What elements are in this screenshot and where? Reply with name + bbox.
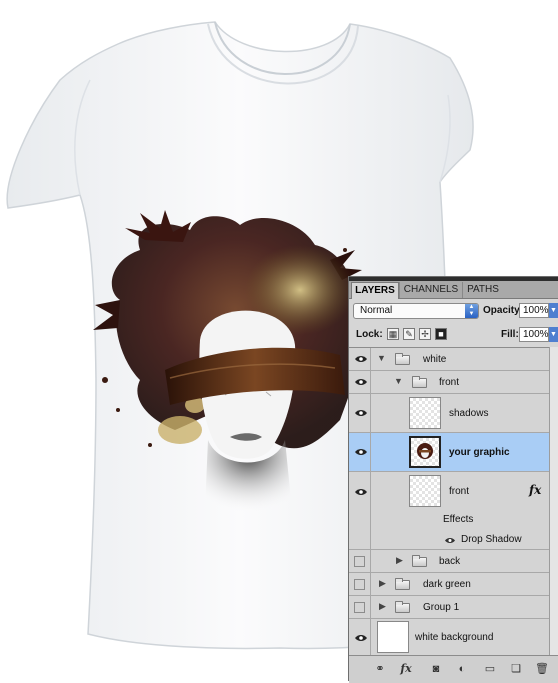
expanded-triangle-icon[interactable]: ▼ — [394, 376, 403, 386]
link-icon[interactable]: ⚭ — [373, 663, 387, 675]
visibility-toggle-empty[interactable] — [354, 579, 365, 590]
folder-icon — [395, 578, 410, 590]
layer-thumbnail — [377, 621, 409, 653]
layer-row-group-1[interactable]: ▶ Group 1 — [349, 596, 558, 619]
fx-icon[interactable]: fx — [529, 483, 541, 497]
lock-move-icon[interactable]: ✢ — [419, 328, 431, 340]
layer-thumbnail — [409, 475, 441, 507]
fill-field[interactable]: 100% — [519, 327, 549, 342]
layer-thumbnail — [409, 436, 441, 468]
layer-row-front[interactable]: front fx ▲ — [349, 472, 558, 511]
opacity-label: Opacity: — [483, 305, 524, 316]
layer-row-back[interactable]: ▶ back — [349, 550, 558, 573]
lock-label: Lock: — [356, 329, 383, 340]
graphic-thumbnail-icon — [417, 443, 433, 459]
layer-name: shadows — [449, 408, 489, 419]
layer-row-white-background[interactable]: white background — [349, 619, 558, 656]
tab-layers[interactable]: LAYERS — [351, 282, 399, 299]
layer-name: white — [423, 354, 447, 365]
fill-dropdown-icon[interactable]: ▼ — [549, 327, 558, 342]
layer-row-your-graphic[interactable]: your graphic — [349, 433, 558, 472]
collapsed-triangle-icon[interactable]: ▶ — [379, 601, 386, 612]
eye-icon[interactable] — [445, 536, 455, 547]
eye-icon[interactable] — [352, 433, 370, 471]
layer-name: front — [449, 486, 470, 497]
select-arrows-icon: ▲ ▼ — [465, 304, 478, 318]
layers-list: ▼ white ▼ front shadows your graphic fro… — [349, 347, 558, 656]
eye-icon[interactable] — [352, 371, 370, 393]
mask-icon[interactable]: ◙ — [429, 663, 443, 675]
collapsed-triangle-icon[interactable]: ▶ — [379, 578, 386, 589]
folder-icon — [395, 601, 410, 613]
eye-icon[interactable] — [352, 348, 370, 370]
layer-name: white background — [415, 632, 494, 643]
adjustment-icon[interactable]: ◐ — [455, 663, 469, 675]
expanded-triangle-icon[interactable]: ▼ — [377, 353, 386, 363]
layer-row-dark-green[interactable]: ▶ dark green — [349, 573, 558, 596]
lock-transparent-icon[interactable]: ▦ — [387, 328, 399, 340]
layer-name: back — [439, 556, 461, 567]
folder-icon — [412, 376, 427, 388]
layer-row-white[interactable]: ▼ white — [349, 348, 558, 371]
blend-mode-value: Normal — [360, 305, 393, 316]
fx-icon[interactable]: fx — [399, 663, 413, 675]
layer-row-shadows[interactable]: shadows — [349, 394, 558, 433]
visibility-cell — [351, 530, 371, 549]
new-group-icon[interactable]: ▭ — [483, 663, 497, 675]
effects-row[interactable]: Effects — [349, 511, 558, 530]
tab-channels[interactable]: CHANNELS — [399, 282, 462, 298]
lock-all-icon[interactable]: ■ — [435, 328, 447, 340]
layer-name: dark green — [423, 579, 471, 590]
eye-icon[interactable] — [352, 619, 370, 656]
visibility-toggle-empty[interactable] — [354, 556, 365, 567]
layer-thumbnail — [409, 397, 441, 429]
layer-name: front — [439, 377, 460, 388]
new-layer-icon[interactable]: ❏ — [509, 663, 523, 675]
visibility-cell — [351, 511, 371, 530]
trash-icon[interactable]: 🗑 — [535, 663, 549, 675]
layer-name: your graphic — [449, 447, 510, 458]
effect-name: Drop Shadow — [461, 534, 522, 545]
collapsed-triangle-icon[interactable]: ▶ — [396, 555, 403, 566]
opacity-dropdown-icon[interactable]: ▼ — [549, 303, 558, 318]
lock-brush-icon[interactable]: ✎ — [403, 328, 415, 340]
opacity-field[interactable]: 100% — [519, 303, 549, 318]
layers-scrollbar[interactable] — [549, 347, 558, 655]
fill-label: Fill: — [501, 329, 519, 340]
effect-row-drop-shadow[interactable]: Drop Shadow — [349, 530, 558, 550]
folder-icon — [395, 353, 410, 365]
folder-icon — [412, 555, 427, 567]
blend-mode-select[interactable]: Normal ▲ ▼ — [353, 303, 479, 319]
layer-row-front-group[interactable]: ▼ front — [349, 371, 558, 394]
layers-panel: LAYERS CHANNELS PATHS Normal ▲ ▼ Opacity:… — [348, 276, 558, 683]
panel-tabs: LAYERS CHANNELS PATHS — [349, 281, 558, 299]
layer-name: Group 1 — [423, 602, 460, 613]
visibility-toggle-empty[interactable] — [354, 602, 365, 613]
effects-label: Effects — [443, 514, 474, 525]
eye-icon[interactable] — [352, 472, 370, 511]
eye-icon[interactable] — [352, 394, 370, 432]
tab-paths[interactable]: PATHS — [462, 282, 503, 298]
